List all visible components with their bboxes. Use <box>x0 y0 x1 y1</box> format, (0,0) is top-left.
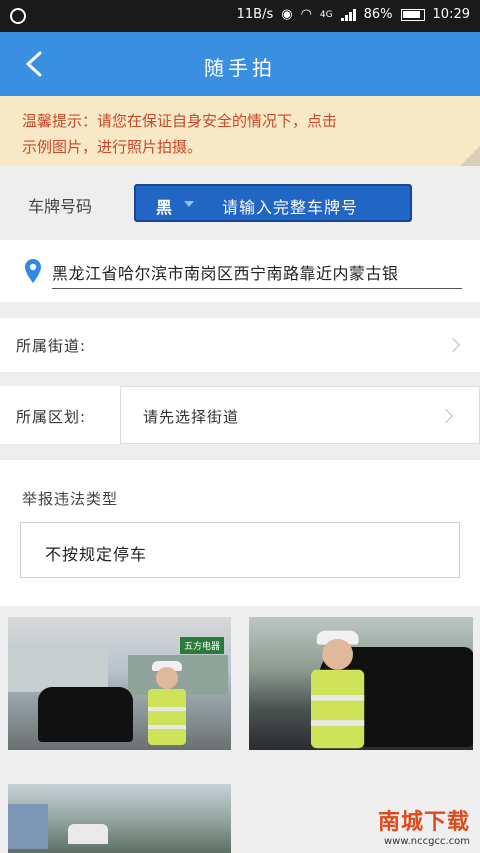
address-row: 黑龙江省哈尔滨市南岗区西宁南路靠近内蒙古银 <box>0 240 480 302</box>
report-type-selector[interactable]: 不按规定停车 <box>20 522 460 578</box>
district-placeholder[interactable]: 请先选择街道 <box>143 406 239 427</box>
street-selector[interactable]: 所属街道: <box>0 318 480 372</box>
store-sign: 五方电器 <box>180 637 225 654</box>
tip-corner-fold <box>460 146 480 166</box>
clock: 10:29 <box>432 7 470 22</box>
example-photo-1[interactable]: 五方电器 <box>8 617 231 750</box>
watermark-logo: 南城下载 www.nccgcc.com <box>378 804 470 847</box>
app-notification-icon <box>10 8 26 24</box>
navigation-bar: 随手拍 <box>0 32 480 96</box>
example-photo-2[interactable] <box>249 617 473 750</box>
caret-down-icon[interactable] <box>184 201 194 207</box>
report-type-section: 举报违法类型 不按规定停车 <box>0 460 480 606</box>
street-label: 所属街道: <box>16 337 87 355</box>
battery-percent: 86% <box>363 7 393 22</box>
province-selector[interactable]: 黑 <box>156 194 172 218</box>
chevron-right-icon <box>445 337 461 353</box>
report-type-label: 举报违法类型 <box>22 490 119 508</box>
chevron-right-icon <box>438 408 454 424</box>
watermark-text: 南城下载 <box>377 810 470 835</box>
status-right: 11B/s ◉ ◠ 4G 86% 10:29 <box>237 7 470 22</box>
location-pin-icon <box>25 259 41 283</box>
network-type: 4G <box>319 9 333 20</box>
status-bar: 11B/s ◉ ◠ 4G 86% 10:29 <box>0 0 480 32</box>
plate-number-input[interactable]: 黑 请输入完整车牌号 <box>134 184 412 222</box>
tip-line-1: 温馨提示：请您在保证自身安全的情况下，点击 <box>22 112 338 130</box>
district-label: 所属区划: <box>16 408 87 426</box>
signal-icon <box>340 8 356 21</box>
plate-number-placeholder[interactable]: 请输入完整车牌号 <box>222 194 358 218</box>
district-row: 所属区划: 请先选择街道 <box>0 386 480 444</box>
watermark-url: www.nccgcc.com <box>383 836 470 847</box>
plate-number-label: 车牌号码 <box>28 197 93 216</box>
page-title: 随手拍 <box>204 56 276 80</box>
plate-number-row: 车牌号码 黑 请输入完整车牌号 <box>0 166 480 238</box>
example-photo-3[interactable] <box>8 784 231 853</box>
network-speed: 11B/s <box>236 7 274 22</box>
safety-tip: 温馨提示：请您在保证自身安全的情况下，点击 示例图片，进行照片拍摄。 <box>0 96 480 166</box>
report-type-value[interactable]: 不按规定停车 <box>45 541 147 565</box>
battery-icon <box>400 8 425 21</box>
eye-icon: ◉ <box>281 7 293 22</box>
address-field[interactable]: 黑龙江省哈尔滨市南岗区西宁南路靠近内蒙古银 <box>52 260 462 289</box>
parked-car <box>38 687 133 742</box>
example-photos: 五方电器 南城下载 www.nccgcc.com <box>0 606 480 853</box>
district-selector[interactable]: 请先选择街道 <box>120 386 480 444</box>
tip-line-2: 示例图片，进行照片拍摄。 <box>22 138 203 156</box>
wifi-icon: ◠ <box>300 7 312 22</box>
